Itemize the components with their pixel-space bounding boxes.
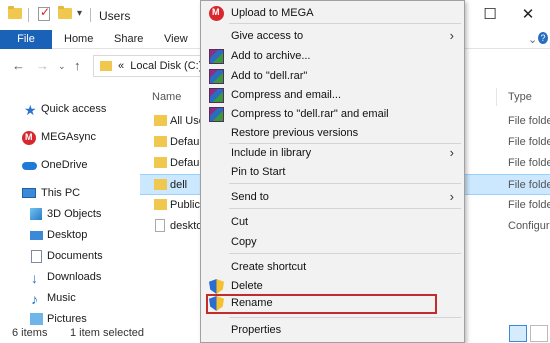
- winrar-icon: [209, 69, 224, 84]
- folder-icon: [154, 157, 167, 168]
- computer-icon: [22, 188, 36, 198]
- tab-share[interactable]: Share: [114, 30, 143, 49]
- winrar-icon: [209, 107, 224, 122]
- sidebar-item-this-pc[interactable]: This PC: [0, 184, 138, 204]
- column-header-name[interactable]: Name: [152, 91, 181, 103]
- expand-ribbon-icon[interactable]: ⌄: [528, 33, 537, 46]
- properties-check-icon[interactable]: ✓: [38, 5, 50, 21]
- mega-icon: M: [209, 6, 224, 21]
- sidebar-item-megasync[interactable]: M MEGAsync: [0, 128, 138, 148]
- menu-item-compress-to-rar-and-email[interactable]: Compress to "dell.rar" and email: [201, 104, 464, 125]
- menu-separator: [229, 183, 461, 184]
- sidebar-item-quick-access[interactable]: ★ Quick access: [0, 100, 138, 120]
- address-path: « Local Disk (C:): [118, 60, 203, 72]
- sidebar-item-downloads[interactable]: ↓ Downloads: [0, 268, 138, 288]
- large-icons-view-icon[interactable]: [530, 325, 548, 342]
- menu-item-include-in-library[interactable]: Include in library ›: [201, 143, 464, 164]
- window-title: Users: [99, 9, 131, 23]
- menu-item-add-to-rar[interactable]: Add to "dell.rar": [201, 66, 464, 87]
- chevron-right-icon: ›: [449, 189, 454, 204]
- chevron-right-icon: ›: [449, 145, 454, 160]
- music-icon: ♪: [31, 291, 38, 307]
- menu-item-upload-to-mega[interactable]: M Upload to MEGA: [201, 3, 464, 24]
- item-count: 6 items: [12, 327, 48, 339]
- sidebar-item-pictures[interactable]: Pictures: [0, 310, 138, 325]
- context-menu: M Upload to MEGA Give access to › Add to…: [200, 0, 465, 343]
- pictures-icon: [30, 313, 43, 325]
- selection-count: 1 item selected: [70, 327, 144, 339]
- details-view-icon[interactable]: [509, 325, 527, 342]
- menu-item-compress-and-email[interactable]: Compress and email...: [201, 85, 464, 106]
- sidebar-item-3d-objects[interactable]: 3D Objects: [0, 205, 138, 225]
- menu-separator: [229, 253, 461, 254]
- forward-arrow-icon[interactable]: →: [36, 58, 49, 73]
- customize-toolbar-icon[interactable]: ▾: [77, 8, 82, 19]
- menu-item-rename[interactable]: Rename: [206, 294, 437, 314]
- maximize-button[interactable]: ☐: [478, 4, 502, 26]
- new-folder-icon[interactable]: [58, 6, 72, 19]
- folder-icon: [8, 6, 22, 19]
- download-icon: ↓: [31, 270, 38, 286]
- menu-item-send-to[interactable]: Send to ›: [201, 187, 464, 208]
- back-arrow-icon[interactable]: ←: [12, 58, 25, 73]
- sidebar-item-music[interactable]: ♪ Music: [0, 289, 138, 309]
- file-explorer-window: ✓ ▾ Users ☐ ✕ File Home Share View ⌄ ? ←…: [0, 0, 550, 343]
- menu-item-copy[interactable]: Copy: [201, 232, 464, 253]
- menu-separator: [229, 208, 461, 209]
- divider: [28, 8, 29, 22]
- folder-icon: [154, 199, 167, 210]
- cube-icon: [30, 208, 42, 220]
- folder-icon: [154, 179, 167, 190]
- navigation-pane: ★ Quick access M MEGAsync OneDrive This …: [0, 82, 138, 325]
- tab-home[interactable]: Home: [64, 30, 93, 49]
- menu-item-restore-previous-versions[interactable]: Restore previous versions: [201, 123, 464, 144]
- close-button[interactable]: ✕: [516, 4, 540, 26]
- config-file-icon: [155, 219, 165, 232]
- menu-item-create-shortcut[interactable]: Create shortcut: [201, 257, 464, 278]
- shield-icon: [209, 279, 224, 294]
- cloud-icon: [22, 162, 37, 170]
- menu-separator: [229, 317, 461, 318]
- folder-icon: [154, 136, 167, 147]
- chevron-right-icon: ›: [449, 28, 454, 43]
- menu-item-properties[interactable]: Properties: [201, 320, 464, 341]
- sidebar-item-desktop[interactable]: Desktop: [0, 226, 138, 246]
- shield-icon: [209, 296, 224, 311]
- folder-icon: [154, 115, 167, 126]
- menu-item-pin-to-start[interactable]: Pin to Start: [201, 162, 464, 183]
- folder-icon: [100, 61, 112, 71]
- star-icon: ★: [24, 102, 37, 118]
- documents-icon: [31, 250, 42, 263]
- winrar-icon: [209, 49, 224, 64]
- tab-view[interactable]: View: [164, 30, 188, 49]
- column-divider[interactable]: [496, 88, 497, 106]
- up-arrow-icon[interactable]: ↑: [74, 58, 81, 73]
- sidebar-item-documents[interactable]: Documents: [0, 247, 138, 267]
- menu-item-cut[interactable]: Cut: [201, 212, 464, 233]
- winrar-icon: [209, 88, 224, 103]
- divider: [90, 8, 91, 22]
- menu-item-give-access[interactable]: Give access to ›: [201, 26, 464, 47]
- column-header-type[interactable]: Type: [508, 91, 532, 103]
- tab-file[interactable]: File: [0, 30, 52, 49]
- help-icon[interactable]: ?: [538, 32, 548, 44]
- desktop-icon: [30, 231, 43, 240]
- recent-locations-icon[interactable]: ⌄: [58, 61, 66, 72]
- mega-icon: M: [22, 131, 36, 145]
- menu-item-add-to-archive[interactable]: Add to archive...: [201, 46, 464, 67]
- sidebar-item-onedrive[interactable]: OneDrive: [0, 156, 138, 176]
- menu-separator: [229, 23, 461, 24]
